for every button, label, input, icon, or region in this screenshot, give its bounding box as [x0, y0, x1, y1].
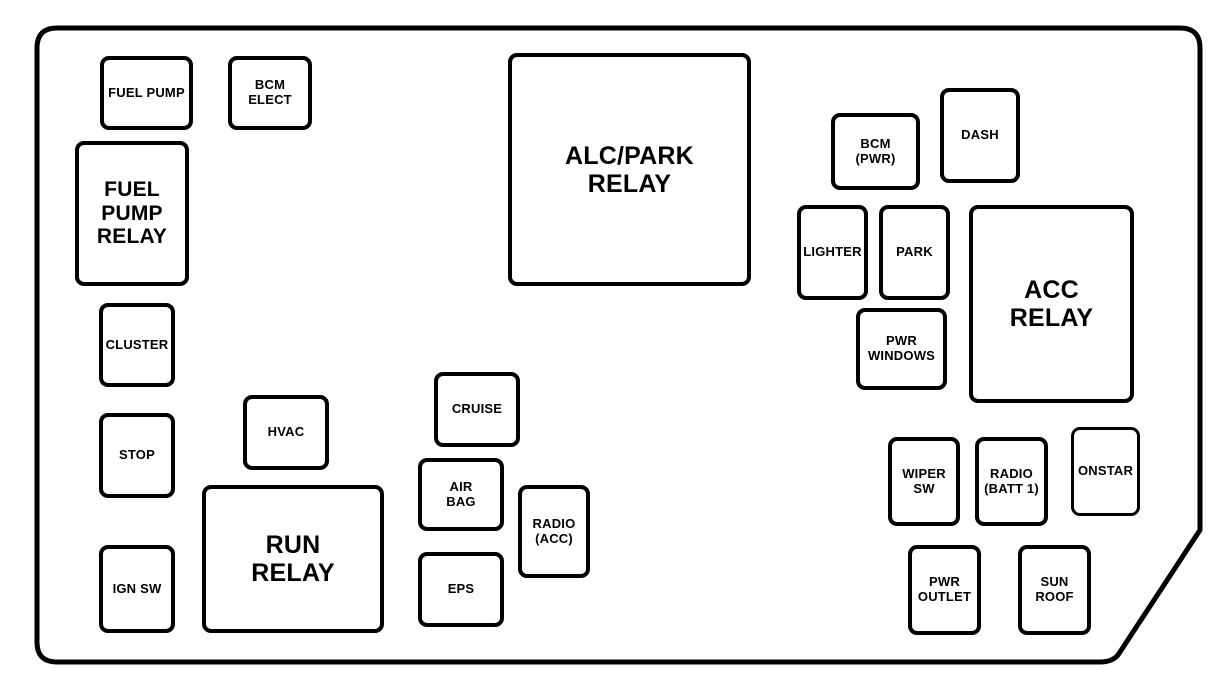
- fuse-label: BCM (PWR): [855, 135, 896, 166]
- fuse-label: EPS: [447, 581, 475, 597]
- fuse-fuel-pump-relay[interactable]: FUEL PUMP RELAY: [75, 141, 189, 286]
- fuse-onstar[interactable]: ONSTAR: [1071, 427, 1140, 516]
- fuse-label: CRUISE: [451, 401, 503, 417]
- fuse-label: ALC/PARK RELAY: [565, 141, 694, 198]
- fuse-label: PWR WINDOWS: [867, 333, 936, 363]
- fuse-dash[interactable]: DASH: [940, 88, 1020, 183]
- fuse-fuel-pump[interactable]: FUEL PUMP: [100, 56, 193, 130]
- fuse-hvac[interactable]: HVAC: [243, 395, 329, 470]
- fuse-wiper-sw[interactable]: WIPER SW: [888, 437, 960, 526]
- fuse-radio-acc[interactable]: RADIO (ACC): [518, 485, 590, 578]
- fuse-label: ONSTAR: [1077, 463, 1134, 479]
- fuse-eps[interactable]: EPS: [418, 552, 504, 627]
- fuse-label: DASH: [961, 127, 999, 143]
- fuse-acc-relay[interactable]: ACC RELAY: [969, 205, 1134, 403]
- fuse-label: RUN RELAY: [251, 531, 335, 587]
- fuse-pwr-windows[interactable]: PWR WINDOWS: [856, 308, 947, 390]
- fuse-label: CLUSTER: [105, 336, 169, 352]
- fuse-bcm-elect[interactable]: BCM ELECT: [228, 56, 312, 130]
- fuse-label: BCM ELECT: [248, 77, 292, 107]
- fuse-label: LIGHTER: [803, 244, 862, 260]
- fuse-label: FUEL PUMP: [108, 84, 185, 100]
- fuse-label: RADIO (ACC): [532, 515, 576, 546]
- fuse-label: RADIO (BATT 1): [984, 465, 1039, 496]
- fuse-label: FUEL PUMP RELAY: [96, 178, 168, 249]
- fuse-sun-roof[interactable]: SUN ROOF: [1018, 545, 1091, 635]
- fuse-label: ACC RELAY: [1009, 276, 1094, 332]
- fuse-label: PWR OUTLET: [917, 574, 972, 604]
- fuse-alc-park-relay[interactable]: ALC/PARK RELAY: [508, 53, 751, 286]
- fuse-air-bag[interactable]: AIR BAG: [418, 458, 504, 531]
- fuse-run-relay[interactable]: RUN RELAY: [202, 485, 384, 633]
- fuse-park[interactable]: PARK: [879, 205, 950, 300]
- fuse-label: IGN SW: [112, 580, 162, 596]
- fuse-label: WIPER SW: [902, 465, 946, 496]
- fuse-bcm-pwr[interactable]: BCM (PWR): [831, 113, 920, 190]
- fuse-label: AIR BAG: [446, 478, 476, 509]
- fuse-label: HVAC: [267, 424, 305, 440]
- fuse-lighter[interactable]: LIGHTER: [797, 205, 868, 300]
- fuse-pwr-outlet[interactable]: PWR OUTLET: [908, 545, 981, 635]
- fuse-label: PARK: [896, 244, 933, 260]
- fuse-stop[interactable]: STOP: [99, 413, 175, 498]
- fuse-cruise[interactable]: CRUISE: [434, 372, 520, 447]
- fuse-box-diagram: FUEL PUMP BCM ELECT FUEL PUMP RELAY CLUSTER…: [0, 0, 1231, 689]
- fuse-radio-batt-1[interactable]: RADIO (BATT 1): [975, 437, 1048, 526]
- fuse-ign-sw[interactable]: IGN SW: [99, 545, 175, 633]
- fuse-cluster[interactable]: CLUSTER: [99, 303, 175, 387]
- fuse-label: SUN ROOF: [1035, 574, 1074, 604]
- fuse-label: STOP: [119, 447, 155, 463]
